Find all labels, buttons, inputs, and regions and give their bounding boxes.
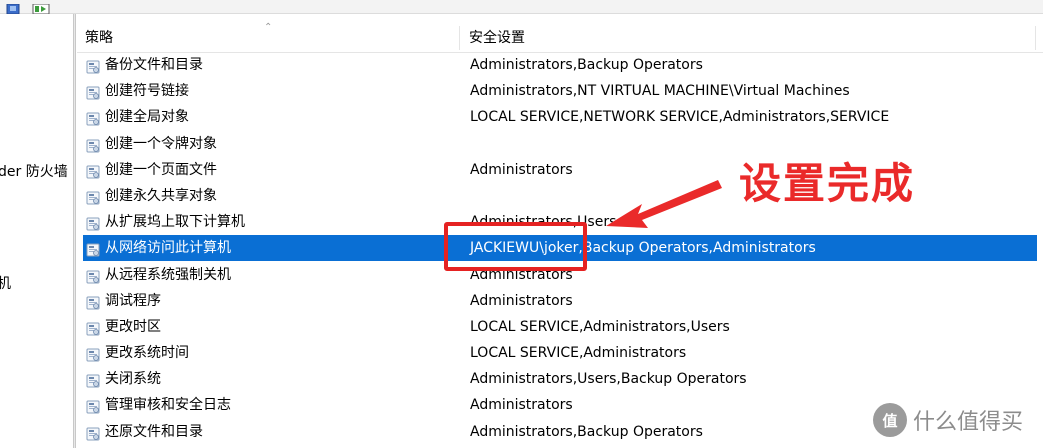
policy-setting-value: LOCAL SERVICE,Administrators bbox=[470, 345, 687, 362]
policy-icon bbox=[86, 214, 100, 231]
policy-setting-value: Administrators,NT VIRTUAL MACHINE\Virtua… bbox=[470, 83, 850, 100]
policy-icon bbox=[86, 188, 100, 205]
watermark-logo-icon: 值 bbox=[873, 403, 907, 437]
policy-icon bbox=[86, 319, 100, 336]
policy-name: 更改时区 bbox=[105, 318, 161, 335]
policy-name: 关闭系统 bbox=[105, 371, 161, 388]
policy-icon bbox=[86, 293, 100, 310]
policy-icon bbox=[86, 345, 100, 362]
column-divider[interactable] bbox=[459, 26, 460, 50]
policy-name: 还原文件和目录 bbox=[105, 423, 203, 440]
policy-icon bbox=[86, 57, 100, 74]
policy-name: 更改系统时间 bbox=[105, 345, 189, 362]
policy-setting-value: Administrators bbox=[470, 292, 573, 309]
tree-item-machine[interactable]: 机 bbox=[0, 273, 11, 293]
table-row[interactable]: 备份文件和目录 Administrators,Backup Operators bbox=[77, 52, 1043, 78]
tree-item-firewall[interactable]: der 防火墙 bbox=[0, 161, 68, 181]
policy-icon bbox=[86, 240, 100, 257]
properties-icon[interactable] bbox=[6, 0, 20, 15]
policy-name: 调试程序 bbox=[105, 292, 161, 309]
table-row[interactable]: 关闭系统 Administrators,Users,Backup Operator… bbox=[77, 366, 1043, 392]
list-header: 策略 ⌃ 安全设置 bbox=[77, 22, 1043, 53]
policy-setting-value: Administrators bbox=[470, 161, 573, 178]
policy-icon bbox=[86, 109, 100, 126]
highlight-box bbox=[444, 222, 587, 271]
policy-setting-value: LOCAL SERVICE,NETWORK SERVICE,Administra… bbox=[470, 109, 890, 126]
column-header-policy[interactable]: 策略 bbox=[85, 24, 113, 52]
pane-splitter[interactable] bbox=[73, 14, 76, 448]
policy-setting-value: LOCAL SERVICE,Administrators,Users bbox=[470, 318, 730, 335]
policy-name: 创建一个令牌对象 bbox=[105, 135, 217, 152]
policy-icon bbox=[86, 83, 100, 100]
export-list-icon[interactable] bbox=[32, 0, 50, 15]
policy-name: 从网络访问此计算机 bbox=[105, 240, 231, 257]
policy-setting-value: Administrators,Backup Operators bbox=[470, 423, 703, 440]
table-row[interactable]: 创建符号链接 Administrators,NT VIRTUAL MACHINE\… bbox=[77, 78, 1043, 104]
table-row[interactable]: 创建全局对象 LOCAL SERVICE,NETWORK SERVICE,Admi… bbox=[77, 104, 1043, 130]
policy-icon bbox=[86, 371, 100, 388]
policy-name: 备份文件和目录 bbox=[105, 57, 203, 73]
policy-name: 创建永久共享对象 bbox=[105, 187, 217, 204]
table-row[interactable]: 更改系统时间 LOCAL SERVICE,Administrators bbox=[77, 340, 1043, 366]
policy-icon bbox=[86, 397, 100, 414]
policy-name: 创建一个页面文件 bbox=[105, 161, 217, 178]
callout-text: 设置完成 bbox=[739, 159, 916, 208]
sort-ascending-icon: ⌃ bbox=[264, 22, 273, 33]
policy-setting-value: Administrators,Users,Backup Operators bbox=[470, 371, 747, 388]
tree-pane: der 防火墙 机 bbox=[0, 14, 73, 448]
policy-setting-value: Administrators,Backup Operators bbox=[470, 57, 703, 73]
policy-icon bbox=[86, 162, 100, 179]
policy-name: 管理审核和安全日志 bbox=[105, 397, 231, 414]
policy-name: 从远程系统强制关机 bbox=[105, 266, 231, 283]
callout-arrow-icon bbox=[606, 180, 722, 228]
toolbar bbox=[0, 0, 1043, 15]
policy-icon bbox=[86, 424, 100, 441]
policy-name: 从扩展坞上取下计算机 bbox=[105, 214, 245, 231]
policy-name: 创建符号链接 bbox=[105, 83, 189, 100]
policy-name: 创建全局对象 bbox=[105, 109, 189, 126]
column-header-security-setting[interactable]: 安全设置 bbox=[469, 24, 525, 52]
policy-icon bbox=[86, 267, 100, 283]
column-divider[interactable] bbox=[1035, 26, 1036, 50]
policy-setting-value: Administrators bbox=[470, 397, 573, 414]
table-row[interactable]: 更改时区 LOCAL SERVICE,Administrators,Users bbox=[77, 314, 1043, 340]
watermark: 值 什么值得买 bbox=[873, 400, 1023, 440]
table-row[interactable]: 调试程序 Administrators bbox=[77, 288, 1043, 314]
policy-icon bbox=[86, 136, 100, 153]
watermark-text: 什么值得买 bbox=[913, 410, 1024, 435]
